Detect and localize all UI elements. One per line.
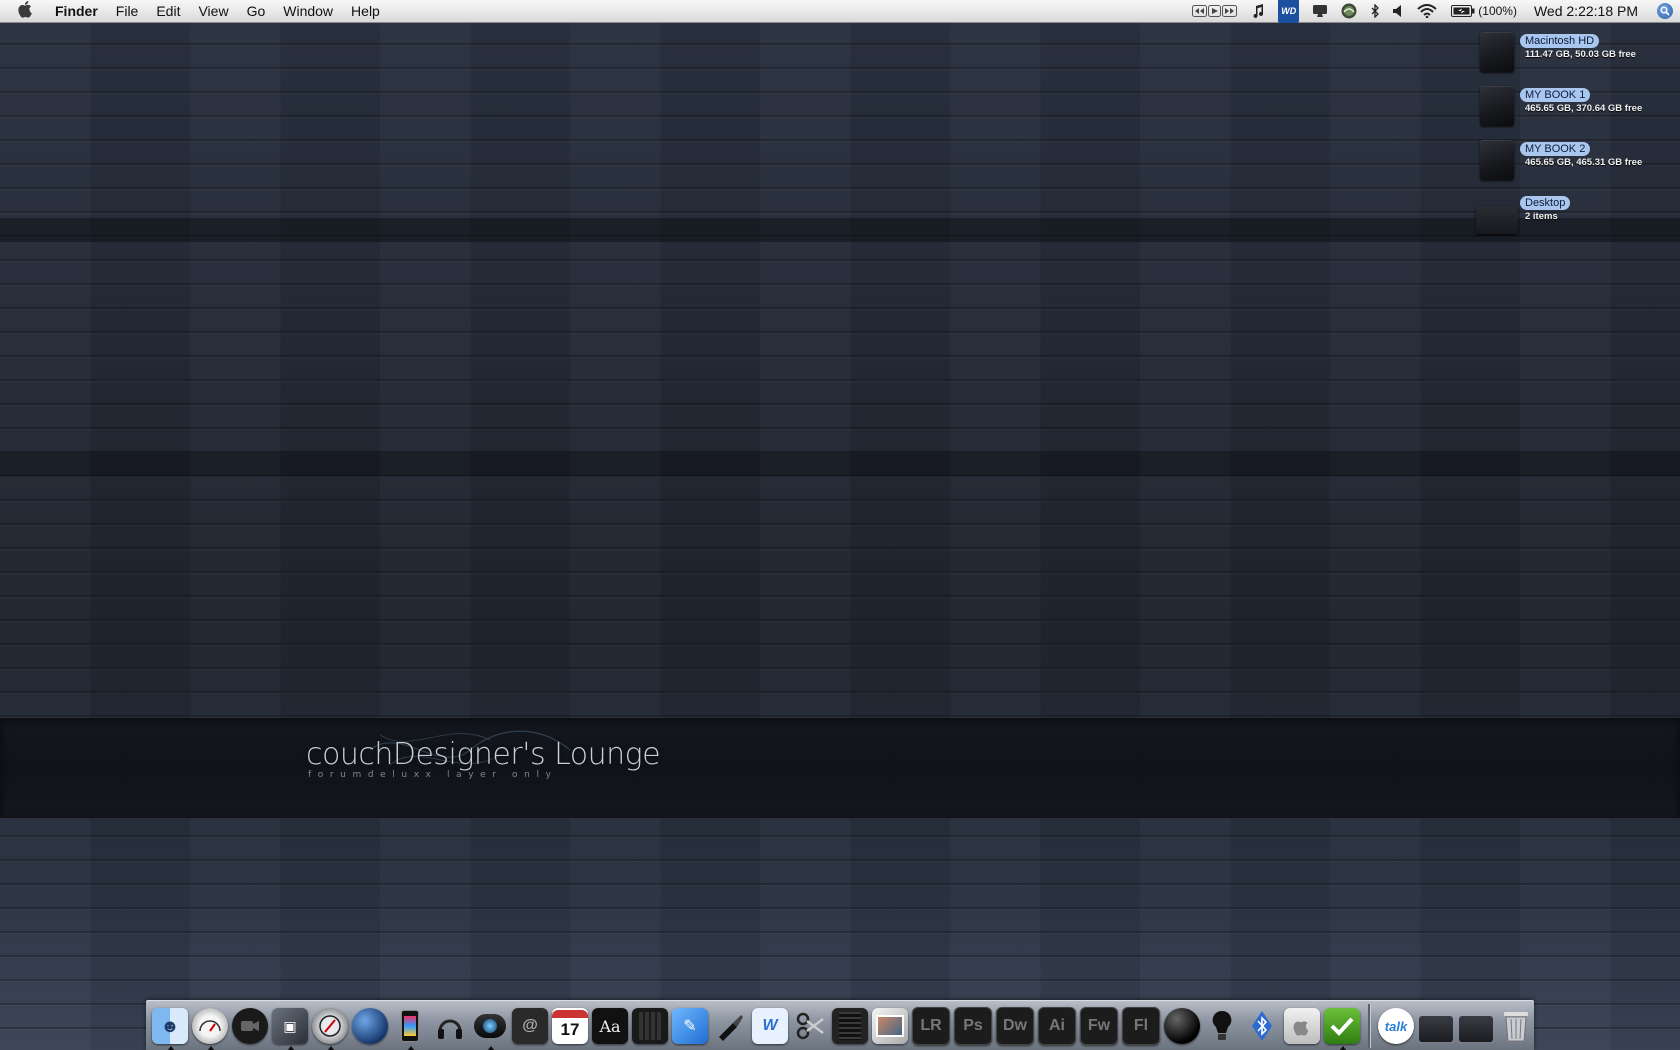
- battery-percent: (100%): [1478, 4, 1517, 18]
- safari-icon[interactable]: [312, 1008, 348, 1050]
- flash-icon[interactable]: Fl: [1122, 1007, 1160, 1045]
- fireworks-icon[interactable]: Fw: [1080, 1007, 1118, 1045]
- itunes-controls-icon[interactable]: [1185, 0, 1245, 22]
- volume-icon[interactable]: [1386, 0, 1410, 22]
- lightroom-icon[interactable]: LR: [912, 1007, 950, 1045]
- trash-icon[interactable]: [1498, 1008, 1534, 1044]
- lightbulb-icon[interactable]: [1204, 1008, 1240, 1044]
- wallpaper-band: [0, 452, 1680, 476]
- photoshop-icon[interactable]: Ps: [954, 1007, 992, 1045]
- wallpaper-title: couchDesigner's Lounge: [306, 737, 661, 772]
- illustrator-icon[interactable]: Ai: [1038, 1007, 1076, 1045]
- headphones-icon[interactable]: [432, 1008, 468, 1044]
- desktop-icon-label: Macintosh HD: [1520, 34, 1600, 48]
- bluetooth-icon[interactable]: [1244, 1008, 1280, 1044]
- wallpaper-band: [0, 218, 1680, 242]
- textedit-icon[interactable]: ✎: [672, 1008, 708, 1044]
- battery-icon: [1451, 5, 1475, 17]
- dock-separator: [1368, 1004, 1370, 1048]
- menu-bar: Finder File Edit View Go Window Help WD: [0, 0, 1680, 23]
- display-icon[interactable]: [1306, 0, 1334, 22]
- battery-status[interactable]: (100%): [1444, 0, 1524, 22]
- ichat-icon[interactable]: [232, 1008, 268, 1044]
- bluetooth-icon[interactable]: [1364, 0, 1386, 22]
- desktop-icon-my-book-2[interactable]: MY BOOK 2 465.65 GB, 465.31 GB free: [1474, 138, 1674, 188]
- spotlight-search-icon[interactable]: [1654, 0, 1676, 22]
- hard-drive-icon: [1480, 86, 1514, 126]
- time-machine-icon[interactable]: [1334, 0, 1364, 22]
- apple-menu-icon[interactable]: [0, 0, 46, 22]
- scissors-icon[interactable]: [792, 1008, 828, 1044]
- menu-go[interactable]: Go: [238, 0, 275, 22]
- music-note-icon[interactable]: [1245, 0, 1271, 22]
- calculator-icon[interactable]: [632, 1008, 668, 1044]
- google-talk-icon[interactable]: talk: [1378, 1008, 1414, 1044]
- address-book-icon[interactable]: @: [512, 1008, 548, 1044]
- menu-app-finder[interactable]: Finder: [46, 0, 107, 22]
- desktop-icon-desktop-folder[interactable]: Desktop 2 items: [1474, 192, 1674, 242]
- dock: ☻ ▣ @ 17 Aa ✎ W LR Ps Dw Ai Fw Fl talk: [146, 1000, 1534, 1050]
- desktop-icon-info: 465.65 GB, 465.31 GB free: [1525, 157, 1643, 168]
- folder-icon: [1476, 206, 1518, 234]
- desktop-icon-label: MY BOOK 1: [1520, 88, 1591, 102]
- menu-file[interactable]: File: [107, 0, 148, 22]
- menu-extras: WD (100%) Wed 2:22:18 PM: [1185, 0, 1680, 23]
- desktop-icon-label: MY BOOK 2: [1520, 142, 1591, 156]
- menu-window[interactable]: Window: [274, 0, 342, 22]
- notes-icon[interactable]: [832, 1008, 868, 1044]
- desktop-icon-macintosh-hd[interactable]: Macintosh HD 111.47 GB, 50.03 GB free: [1474, 30, 1674, 80]
- folder-stack-icon[interactable]: [1418, 1008, 1454, 1044]
- menu-view[interactable]: View: [189, 0, 237, 22]
- desktop-icon-label: Desktop: [1520, 196, 1571, 210]
- menu-clock[interactable]: Wed 2:22:18 PM: [1524, 0, 1648, 22]
- black-orb-icon[interactable]: [1164, 1008, 1200, 1044]
- network-globe-icon[interactable]: [352, 1008, 388, 1044]
- desktop[interactable]: [0, 22, 1680, 1050]
- hard-drive-icon: [1480, 140, 1514, 180]
- wallpaper-subtitle: forumdeluxx layer only: [308, 770, 558, 780]
- ical-icon[interactable]: 17: [552, 1008, 588, 1044]
- word-icon[interactable]: W: [752, 1008, 788, 1044]
- ink-pen-icon[interactable]: [712, 1008, 748, 1044]
- dashboard-icon[interactable]: [192, 1008, 228, 1050]
- hard-drive-icon: [1480, 32, 1514, 72]
- desktop-icon-info: 465.65 GB, 370.64 GB free: [1525, 103, 1643, 114]
- desktop-icon-my-book-1[interactable]: MY BOOK 1 465.65 GB, 370.64 GB free: [1474, 84, 1674, 134]
- system-info-icon[interactable]: [1284, 1008, 1320, 1044]
- camera-lens-icon[interactable]: [472, 1008, 508, 1050]
- wd-drive-icon[interactable]: WD: [1271, 0, 1306, 23]
- menu-edit[interactable]: Edit: [147, 0, 189, 22]
- wifi-icon[interactable]: [1410, 0, 1444, 22]
- desktop-icon-info: 2 items: [1525, 211, 1558, 222]
- wallpaper-logo-band: [0, 718, 1680, 818]
- photo-browser-icon[interactable]: [872, 1008, 908, 1044]
- folder-stack-icon[interactable]: [1458, 1008, 1494, 1044]
- dreamweaver-icon[interactable]: Dw: [996, 1007, 1034, 1045]
- menu-help[interactable]: Help: [342, 0, 389, 22]
- preview-icon[interactable]: ▣: [272, 1008, 308, 1050]
- checkmark-icon[interactable]: [1324, 1008, 1360, 1050]
- desktop-icon-info: 111.47 GB, 50.03 GB free: [1525, 49, 1636, 60]
- iphone-icon[interactable]: [392, 1008, 428, 1050]
- dictionary-icon[interactable]: Aa: [592, 1008, 628, 1044]
- finder-icon[interactable]: ☻: [152, 1008, 188, 1050]
